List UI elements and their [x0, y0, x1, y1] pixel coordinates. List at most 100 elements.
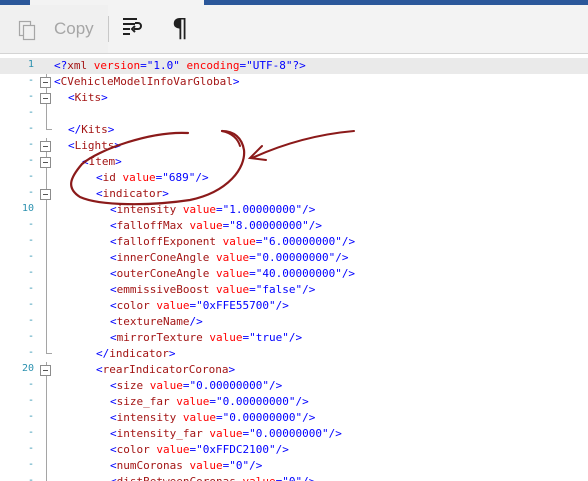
xml-bracket: <	[110, 427, 117, 440]
xml-bracket: <	[110, 219, 117, 232]
xml-bracket: <	[110, 267, 117, 280]
xml-attr-name: value	[115, 171, 156, 184]
code-text[interactable]: </indicator>	[96, 346, 175, 362]
xml-tag-name: falloffExponent	[116, 235, 216, 248]
code-line: - <outerConeAngle value="40.00000000"/>	[0, 266, 588, 282]
code-text[interactable]: <rearIndicatorCorona>	[96, 362, 235, 378]
code-line: - </Kits>	[0, 122, 588, 138]
xml-attr-value: "8.00000000"	[229, 219, 309, 232]
code-line: - <CVehicleModelInfoVarGlobal>	[0, 74, 588, 90]
xml-attr-value: "true"	[249, 331, 289, 344]
line-number: -	[27, 75, 34, 86]
code-text[interactable]: <intensity value="1.00000000"/>	[110, 202, 315, 218]
code-text[interactable]: <indicator>	[96, 186, 169, 202]
line-number: -	[27, 347, 34, 358]
fold-guide	[46, 218, 47, 234]
xml-attr-value: "0.00000000"	[189, 379, 269, 392]
xml-attr-name: value	[209, 283, 250, 296]
code-text[interactable]: <falloffExponent value="6.00000000"/>	[110, 234, 355, 250]
xml-attr-value: "0.00000000"	[255, 251, 336, 264]
code-line: - <size value="0.00000000"/>	[0, 378, 588, 394]
fold-collapse-icon[interactable]	[40, 157, 51, 168]
xml-bracket: <	[110, 459, 117, 472]
xml-bracket: <	[96, 187, 103, 200]
line-number: 20	[21, 363, 34, 374]
xml-attr-name: value	[169, 395, 210, 408]
xml-bracket: />	[189, 315, 203, 328]
fold-guide	[46, 394, 47, 410]
code-text[interactable]: <color value="0xFFE55700"/>	[110, 298, 289, 314]
code-text[interactable]: <?xml version="1.0" encoding="UTF-8"?>	[54, 58, 306, 74]
xml-equals: =	[249, 283, 256, 296]
code-line: - <intensity value="0.00000000"/>	[0, 410, 588, 426]
fold-guide	[46, 474, 47, 481]
xml-editor[interactable]: 1 <?xml version="1.0" encoding="UTF-8"?> -…	[0, 55, 588, 481]
code-text[interactable]: <Lights>	[68, 138, 121, 154]
xml-bracket: />	[275, 443, 289, 456]
code-text[interactable]: <size_far value="0.00000000"/>	[110, 394, 309, 410]
code-line: - <innerConeAngle value="0.00000000"/>	[0, 250, 588, 266]
word-wrap-button[interactable]	[110, 5, 154, 53]
xml-attr-name: value	[202, 427, 243, 440]
fold-collapse-icon[interactable]	[40, 189, 51, 200]
xml-tag-name: falloffMax	[116, 219, 183, 232]
xml-tag-name: distBetweenCoronas	[117, 475, 236, 481]
code-text[interactable]: </Kits>	[68, 122, 114, 138]
line-number: -	[27, 379, 34, 390]
fold-collapse-icon[interactable]	[40, 93, 51, 104]
fold-guide	[46, 250, 47, 266]
code-text[interactable]: <Item>	[82, 154, 122, 170]
xml-tag-name: id	[102, 171, 116, 184]
xml-attr-value: "0xFFDC2100"	[196, 443, 276, 456]
copy-button[interactable]: Copy	[0, 5, 108, 53]
code-text[interactable]: <intensity value="0.00000000"/>	[110, 410, 315, 426]
code-text[interactable]: <color value="0xFFDC2100"/>	[110, 442, 289, 458]
xml-attr-value: "0xFFE55700"	[196, 299, 276, 312]
code-line: - </indicator>	[0, 346, 588, 362]
line-number: -	[27, 427, 34, 438]
code-text[interactable]: <Kits>	[68, 90, 108, 106]
xml-attr-value: "6.00000000"	[262, 235, 342, 248]
fold-guide	[46, 282, 47, 298]
xml-tag-name: color	[116, 443, 150, 456]
xml-attr-value: "UTF-8"	[246, 59, 293, 72]
xml-bracket: </	[96, 347, 110, 360]
code-text[interactable]: <falloffMax value="8.00000000"/>	[110, 218, 322, 234]
fold-collapse-icon[interactable]	[40, 141, 51, 152]
code-text[interactable]: <numCoronas value="0"/>	[110, 458, 262, 474]
code-text[interactable]: <outerConeAngle value="40.00000000"/>	[110, 266, 355, 282]
word-wrap-icon	[120, 15, 144, 44]
fold-guide	[46, 330, 47, 346]
show-formatting-button[interactable]: ¶	[158, 5, 202, 53]
code-line: - <mirrorTexture value="true"/>	[0, 330, 588, 346]
xml-bracket: />	[288, 331, 303, 344]
code-text[interactable]: <innerConeAngle value="0.00000000"/>	[110, 250, 348, 266]
code-text[interactable]: <id value="689"/>	[96, 170, 209, 186]
fold-collapse-icon[interactable]	[40, 365, 51, 376]
xml-equals: =	[215, 203, 223, 216]
code-text[interactable]: <size value="0.00000000"/>	[110, 378, 282, 394]
code-text[interactable]: <textureName/>	[110, 314, 203, 330]
line-number: -	[27, 235, 34, 246]
code-text[interactable]: <distBetweenCoronas value="0"/>	[110, 474, 315, 481]
line-number: -	[27, 123, 34, 134]
code-text[interactable]: <mirrorTexture value="true"/>	[110, 330, 302, 346]
code-text[interactable]: <intensity_far value="0.00000000"/>	[110, 426, 342, 442]
code-line: - <intensity_far value="0.00000000"/>	[0, 426, 588, 442]
code-line: - <Kits>	[0, 90, 588, 106]
code-text[interactable]: <CVehicleModelInfoVarGlobal>	[54, 74, 239, 90]
xml-bracket: </	[68, 123, 82, 136]
xml-bracket: <	[54, 75, 61, 88]
xml-tag-name: intensity	[116, 411, 177, 424]
code-text[interactable]: <emmissiveBoost value="false"/>	[110, 282, 315, 298]
fold-collapse-icon[interactable]	[40, 77, 51, 88]
xml-bracket: >	[107, 123, 115, 136]
xml-bracket: <	[110, 395, 117, 408]
toolbar: Copy ¶	[0, 0, 588, 54]
xml-bracket: />	[249, 459, 263, 472]
code-line: - <falloffExponent value="6.00000000"/>	[0, 234, 588, 250]
line-number: -	[27, 475, 34, 481]
xml-tag-name: innerConeAngle	[116, 251, 210, 264]
xml-bracket: />	[328, 427, 342, 440]
xml-tag-name: indicator	[102, 187, 163, 200]
